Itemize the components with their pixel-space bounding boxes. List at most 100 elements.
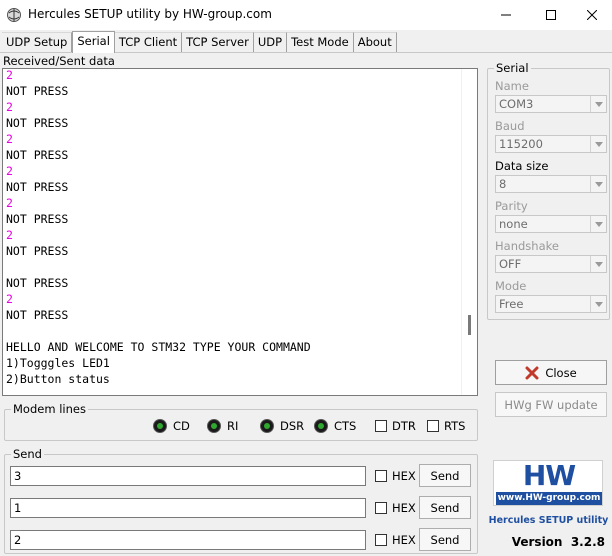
handshake-label: Handshake	[495, 239, 559, 253]
handshake-value: OFF	[499, 257, 522, 271]
received-line: 2	[6, 132, 13, 146]
send-button-3[interactable]: Send	[419, 528, 471, 551]
cts-label: CTS	[334, 419, 357, 433]
mode-select[interactable]: Free	[495, 295, 607, 313]
received-line	[6, 259, 311, 275]
close-port-button[interactable]: Close	[495, 360, 607, 385]
maximize-icon	[546, 10, 556, 20]
hex-checkbox-1[interactable]	[375, 470, 387, 482]
window-title: Hercules SETUP utility by HW-group.com	[28, 7, 272, 21]
title-bar: Hercules SETUP utility by HW-group.com	[0, 0, 612, 30]
received-line: NOT PRESS	[6, 148, 69, 162]
tab-udp-setup[interactable]: UDP Setup	[2, 32, 73, 52]
name-select[interactable]: COM3	[495, 95, 607, 113]
send-input-2[interactable]: 1	[10, 498, 366, 518]
hex-checkbox-2[interactable]	[375, 502, 387, 514]
hwfw-button-label: HWg FW update	[504, 397, 598, 412]
cts-led-icon	[314, 419, 328, 433]
datasize-value: 8	[499, 177, 507, 191]
received-lines: 2 NOT PRESS 2 NOT PRESS 2 NOT PRESS 2 NO…	[6, 69, 311, 387]
maximize-button[interactable]	[531, 0, 571, 30]
dtr-label: DTR	[392, 419, 416, 433]
received-line: NOT PRESS	[6, 180, 69, 194]
red-x-icon	[525, 366, 539, 379]
name-label: Name	[495, 79, 529, 93]
rts-label: RTS	[444, 419, 466, 433]
hw-logo-url: www.HW-group.com	[496, 492, 602, 505]
send-button-1[interactable]: Send	[419, 464, 471, 487]
send-input-3[interactable]: 2	[10, 530, 366, 550]
minimize-icon	[501, 14, 511, 16]
received-line	[6, 323, 311, 339]
received-line: 2	[6, 196, 13, 210]
send-group-title: Send	[11, 447, 44, 461]
received-line: NOT PRESS	[6, 116, 69, 130]
scrollbar-thumb[interactable]	[468, 315, 471, 335]
received-line: 2	[6, 164, 13, 178]
received-line: HELLO AND WELCOME TO STM32 TYPE YOUR COM…	[6, 340, 311, 354]
received-sent-label: Received/Sent data	[3, 54, 115, 68]
send-input-1[interactable]: 3	[10, 466, 366, 486]
hex-label-2: HEX	[392, 501, 416, 515]
received-line: 1)Togggles LED1	[6, 356, 110, 370]
hw-group-logo: HW www.HW-group.com Hercules SETUP utili…	[487, 455, 610, 553]
datasize-label: Data size	[495, 159, 549, 173]
close-icon	[587, 10, 597, 20]
ri-label: RI	[227, 419, 239, 433]
hw-logo-text: HW	[522, 459, 576, 492]
hex-label-3: HEX	[392, 533, 416, 547]
send-button-label: Send	[430, 532, 460, 547]
cd-led-icon	[153, 419, 167, 433]
tab-test-mode[interactable]: Test Mode	[287, 32, 354, 52]
cd-label: CD	[173, 419, 190, 433]
tab-tcp-server[interactable]: TCP Server	[182, 32, 254, 52]
received-line: NOT PRESS	[6, 244, 69, 258]
dsr-led-icon	[260, 419, 274, 433]
send-button-2[interactable]: Send	[419, 496, 471, 519]
parity-value: none	[499, 217, 528, 231]
dtr-checkbox[interactable]	[375, 420, 387, 432]
modem-group-title: Modem lines	[11, 402, 88, 416]
chevron-down-icon	[590, 216, 606, 232]
version-text: Version 3.2.8	[511, 535, 605, 549]
dsr-label: DSR	[280, 419, 305, 433]
received-line: NOT PRESS	[6, 276, 69, 290]
received-line: 2	[6, 228, 13, 242]
handshake-select[interactable]: OFF	[495, 255, 607, 273]
hercules-app-icon	[7, 8, 21, 22]
tab-serial[interactable]: Serial	[72, 31, 115, 53]
chevron-down-icon	[590, 176, 606, 192]
received-sent-textarea[interactable]: 2 NOT PRESS 2 NOT PRESS 2 NOT PRESS 2 NO…	[2, 68, 478, 396]
tab-udp[interactable]: UDP	[253, 32, 288, 52]
ri-led-icon	[207, 419, 221, 433]
tab-bar: UDP Setup Serial TCP Client TCP Server U…	[2, 31, 397, 53]
serial-group-title: Serial	[494, 61, 531, 75]
received-line: 2	[6, 292, 13, 306]
hercules-product-name: Hercules SETUP utility	[488, 515, 609, 526]
name-value: COM3	[499, 97, 534, 111]
chevron-down-icon	[590, 256, 606, 272]
parity-label: Parity	[495, 199, 528, 213]
mode-label: Mode	[495, 279, 527, 293]
hex-label-1: HEX	[392, 469, 416, 483]
tab-about[interactable]: About	[353, 32, 397, 52]
baud-label: Baud	[495, 119, 525, 133]
chevron-down-icon	[590, 96, 606, 112]
minimize-button[interactable]	[486, 0, 526, 30]
received-line: NOT PRESS	[6, 84, 69, 98]
send-button-label: Send	[430, 500, 460, 515]
close-window-button[interactable]	[572, 0, 612, 30]
hex-checkbox-3[interactable]	[375, 534, 387, 546]
hwg-fw-update-button[interactable]: HWg FW update	[495, 392, 607, 417]
rts-checkbox[interactable]	[427, 420, 439, 432]
vertical-scrollbar[interactable]	[461, 69, 477, 395]
tab-tcp-client[interactable]: TCP Client	[114, 32, 183, 52]
received-line: 2	[6, 100, 13, 114]
parity-select[interactable]: none	[495, 215, 607, 233]
baud-select[interactable]: 115200	[495, 135, 607, 153]
received-line: 2)Button status	[6, 372, 110, 386]
send-button-label: Send	[430, 468, 460, 483]
close-button-label: Close	[545, 365, 577, 380]
hw-logo-mark: HW www.HW-group.com	[493, 459, 603, 506]
datasize-select[interactable]: 8	[495, 175, 607, 193]
